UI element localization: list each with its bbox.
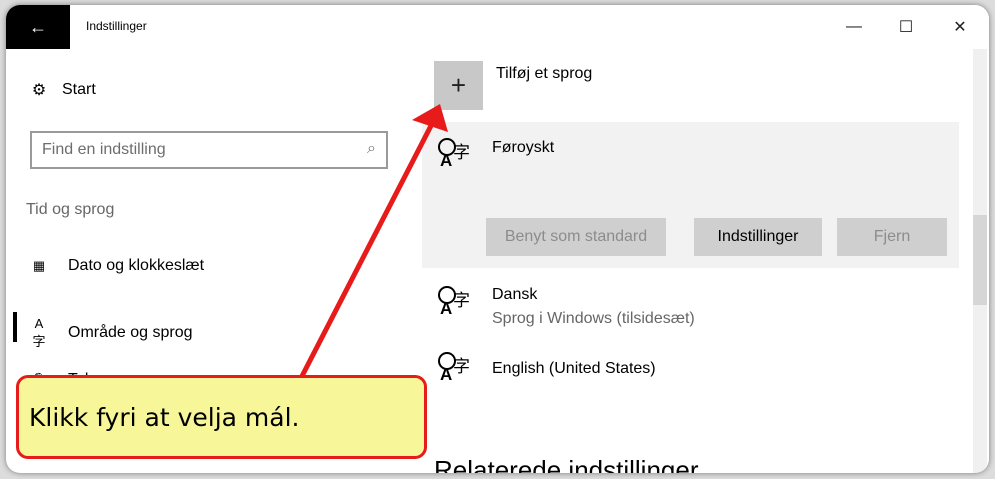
annotation-callout: Klikk fyri at velja mál. bbox=[16, 375, 427, 459]
callout-text: Klikk fyri at velja mál. bbox=[29, 402, 300, 432]
